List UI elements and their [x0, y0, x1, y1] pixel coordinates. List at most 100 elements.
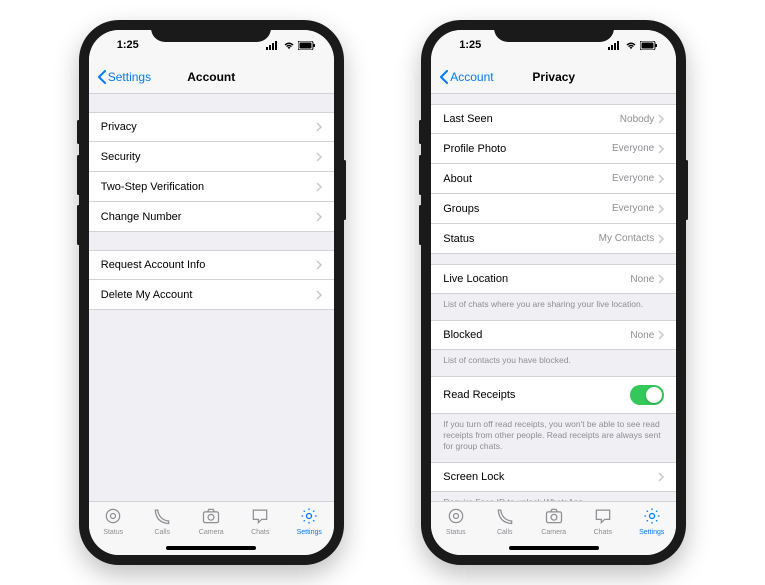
settings-icon: [642, 506, 662, 528]
row-label: Read Receipts: [443, 389, 515, 401]
account-row[interactable]: Change Number: [89, 202, 334, 232]
blocked-row[interactable]: Blocked None: [431, 320, 676, 350]
chevron-left-icon: [439, 70, 449, 84]
back-label: Account: [450, 70, 493, 84]
tab-chats[interactable]: Chats: [578, 506, 627, 536]
row-label: Security: [101, 151, 141, 163]
tab-label: Camera: [199, 529, 224, 536]
row-label: Live Location: [443, 273, 508, 285]
privacy-visibility-group: Last Seen Nobody Profile Photo Everyone …: [431, 104, 676, 254]
tab-camera[interactable]: Camera: [529, 506, 578, 536]
chevron-right-icon: [658, 330, 664, 340]
notch: [494, 20, 614, 42]
chevron-right-icon: [658, 174, 664, 184]
back-button[interactable]: Account: [439, 70, 493, 84]
account-row[interactable]: Delete My Account: [89, 280, 334, 310]
side-button: [77, 120, 80, 144]
home-indicator[interactable]: [166, 546, 256, 550]
chevron-right-icon: [316, 260, 322, 270]
row-label: Groups: [443, 203, 479, 215]
chevron-right-icon: [316, 152, 322, 162]
content-area: Last Seen Nobody Profile Photo Everyone …: [431, 94, 676, 501]
tab-camera[interactable]: Camera: [187, 506, 236, 536]
row-value: None: [630, 274, 654, 285]
camera-icon: [201, 506, 221, 528]
chevron-right-icon: [658, 234, 664, 244]
chevron-right-icon: [316, 182, 322, 192]
read-receipts-group: Read Receipts: [431, 376, 676, 414]
tab-label: Calls: [154, 529, 170, 536]
tab-label: Calls: [497, 529, 513, 536]
tab-status[interactable]: Status: [89, 506, 138, 536]
privacy-row[interactable]: About Everyone: [431, 164, 676, 194]
row-value: Nobody: [620, 114, 654, 125]
row-label: Blocked: [443, 329, 482, 341]
read-receipts-note: If you turn off read receipts, you won't…: [431, 414, 676, 452]
chevron-right-icon: [658, 472, 664, 482]
back-button[interactable]: Settings: [97, 70, 151, 84]
row-label: Status: [443, 233, 474, 245]
privacy-row[interactable]: Groups Everyone: [431, 194, 676, 224]
side-button: [77, 205, 80, 245]
settings-icon: [299, 506, 319, 528]
status-time: 1:25: [459, 39, 481, 51]
account-row[interactable]: Security: [89, 142, 334, 172]
side-button: [419, 155, 422, 195]
privacy-row[interactable]: Profile Photo Everyone: [431, 134, 676, 164]
screen-lock-row[interactable]: Screen Lock: [431, 462, 676, 492]
tab-chats[interactable]: Chats: [236, 506, 285, 536]
status-icon: [446, 506, 466, 528]
tab-settings[interactable]: Settings: [627, 506, 676, 536]
side-button: [343, 160, 346, 220]
side-button: [419, 120, 422, 144]
page-title: Account: [187, 70, 235, 84]
read-receipts-toggle[interactable]: [630, 385, 664, 405]
notch: [151, 20, 271, 42]
nav-bar: Account Privacy: [431, 60, 676, 94]
tab-label: Settings: [297, 529, 322, 536]
screen-lock-note: Require Face ID to unlock WhatsApp.: [431, 492, 676, 501]
chevron-right-icon: [658, 144, 664, 154]
account-group-2: Request Account Info Delete My Account: [89, 250, 334, 310]
battery-icon: [298, 41, 316, 50]
wifi-icon: [625, 41, 637, 50]
phone-mockup-account: 1:25 Settings Account Privacy Security T…: [79, 20, 344, 565]
tab-settings[interactable]: Settings: [285, 506, 334, 536]
row-label: About: [443, 173, 472, 185]
wifi-icon: [283, 41, 295, 50]
tab-label: Chats: [594, 529, 612, 536]
status-icon: [103, 506, 123, 528]
row-value: Everyone: [612, 143, 654, 154]
chevron-right-icon: [316, 122, 322, 132]
tab-calls[interactable]: Calls: [138, 506, 187, 536]
side-button: [685, 160, 688, 220]
chats-icon: [593, 506, 613, 528]
row-label: Change Number: [101, 211, 182, 223]
privacy-row[interactable]: Status My Contacts: [431, 224, 676, 254]
tab-status[interactable]: Status: [431, 506, 480, 536]
account-row[interactable]: Two-Step Verification: [89, 172, 334, 202]
camera-icon: [544, 506, 564, 528]
row-label: Two-Step Verification: [101, 181, 204, 193]
live-location-row[interactable]: Live Location None: [431, 264, 676, 294]
row-label: Request Account Info: [101, 259, 206, 271]
account-row[interactable]: Privacy: [89, 112, 334, 142]
battery-icon: [640, 41, 658, 50]
signal-icon: [266, 40, 280, 50]
row-value: None: [630, 330, 654, 341]
privacy-row[interactable]: Last Seen Nobody: [431, 104, 676, 134]
row-label: Screen Lock: [443, 471, 504, 483]
tab-label: Status: [446, 529, 466, 536]
content-area: Privacy Security Two-Step Verification C…: [89, 94, 334, 501]
home-indicator[interactable]: [509, 546, 599, 550]
tab-label: Settings: [639, 529, 664, 536]
tab-label: Status: [103, 529, 123, 536]
chats-icon: [250, 506, 270, 528]
account-group-1: Privacy Security Two-Step Verification C…: [89, 112, 334, 232]
blocked-note: List of contacts you have blocked.: [431, 350, 676, 366]
tab-calls[interactable]: Calls: [480, 506, 529, 536]
side-button: [77, 155, 80, 195]
tab-label: Camera: [541, 529, 566, 536]
account-row[interactable]: Request Account Info: [89, 250, 334, 280]
phone-mockup-privacy: 1:25 Account Privacy Last Seen Nobody Pr…: [421, 20, 686, 565]
